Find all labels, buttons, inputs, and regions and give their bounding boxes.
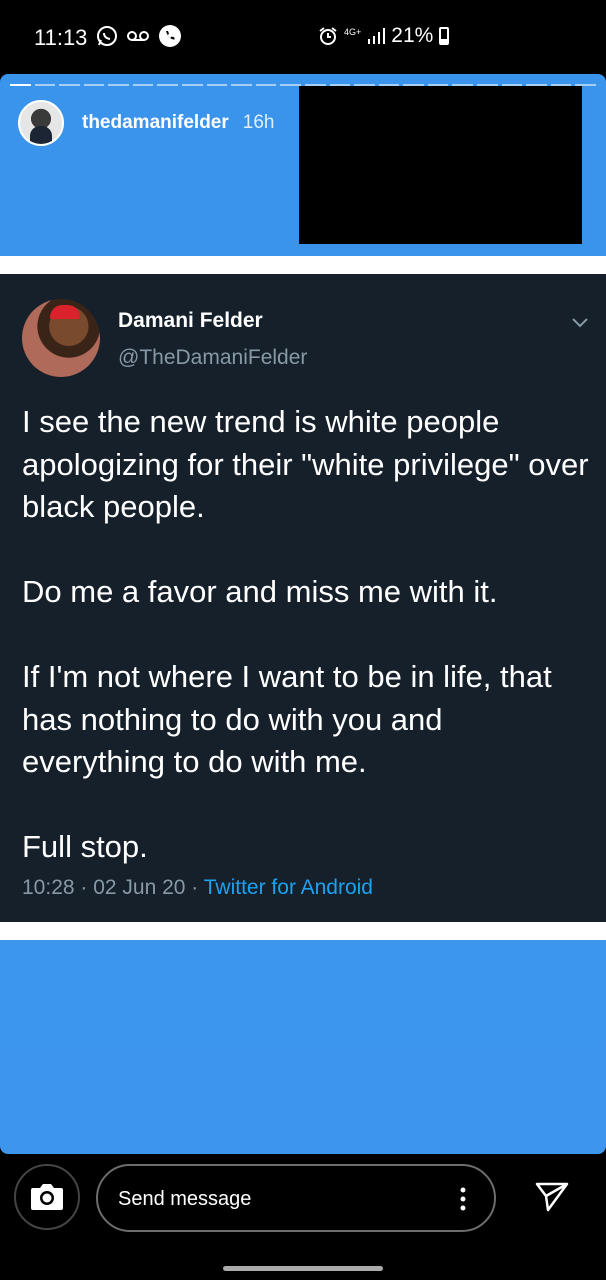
tweet-paragraph: Full stop. — [22, 829, 148, 864]
voicemail-icon — [127, 31, 149, 41]
tweet-author-name: Damani Felder — [118, 309, 263, 332]
battery-percent: 21% — [391, 24, 434, 47]
tweet-author-handle: @TheDamaniFelder — [118, 346, 308, 369]
tweet-body: I see the new trend is white people apol… — [22, 401, 592, 911]
progress-segment — [132, 84, 154, 86]
progress-segment — [280, 84, 301, 86]
message-placeholder: Send message — [118, 1188, 252, 1210]
camera-icon — [31, 1184, 63, 1210]
progress-segment — [182, 84, 203, 86]
tweet-paragraph: I see the new trend is white people apol… — [22, 404, 589, 524]
tweet-paragraph: Do me a favor and miss me with it. — [22, 574, 498, 609]
story-username[interactable]: thedamanifelder — [82, 112, 229, 134]
tweet-paragraph: If I'm not where I want to be in life, t… — [22, 659, 552, 779]
whatsapp-icon — [97, 26, 117, 46]
tweet-meta: 10:28 · 02 Jun 20 · Twitter for Android — [22, 876, 373, 900]
story-time-ago: 16h — [242, 112, 275, 133]
progress-segment — [83, 84, 105, 86]
status-time: 11:13 — [34, 25, 88, 50]
tweet-card: Damani Felder @TheDamaniFelder I see the… — [0, 274, 606, 922]
network-type: 4G+ — [344, 26, 362, 37]
progress-segment — [231, 84, 252, 86]
signal-icon — [368, 28, 386, 44]
progress-segment — [157, 84, 179, 86]
story-avatar[interactable] — [18, 100, 64, 146]
divider — [0, 256, 606, 274]
reply-bar: Send message — [0, 1154, 606, 1280]
phone-icon — [159, 25, 181, 47]
divider — [0, 922, 606, 940]
progress-segment — [206, 84, 228, 86]
progress-segment — [34, 84, 56, 86]
chevron-down-icon — [572, 318, 588, 328]
send-icon[interactable] — [534, 1180, 570, 1216]
progress-segment — [255, 84, 277, 86]
redacted-block — [299, 86, 582, 244]
tweet-source: Twitter for Android — [203, 876, 373, 899]
progress-segment — [10, 84, 31, 86]
home-indicator[interactable] — [223, 1266, 383, 1271]
camera-button[interactable] — [14, 1164, 80, 1230]
battery-icon — [439, 27, 450, 45]
status-bar: 11:13 4G+ 21% — [0, 0, 606, 74]
tweet-timestamp: 10:28 · 02 Jun 20 · — [22, 876, 204, 899]
notification-icons — [96, 24, 182, 48]
tweet-avatar — [22, 299, 100, 377]
message-input[interactable]: Send message — [96, 1164, 496, 1232]
system-indicators: 4G+ 21% — [318, 24, 450, 48]
more-options-icon[interactable] — [453, 1184, 473, 1214]
story-header[interactable]: thedamanifelder 16h — [18, 100, 274, 146]
alarm-icon — [319, 27, 337, 45]
progress-segment — [59, 84, 80, 86]
progress-segment — [108, 84, 129, 86]
